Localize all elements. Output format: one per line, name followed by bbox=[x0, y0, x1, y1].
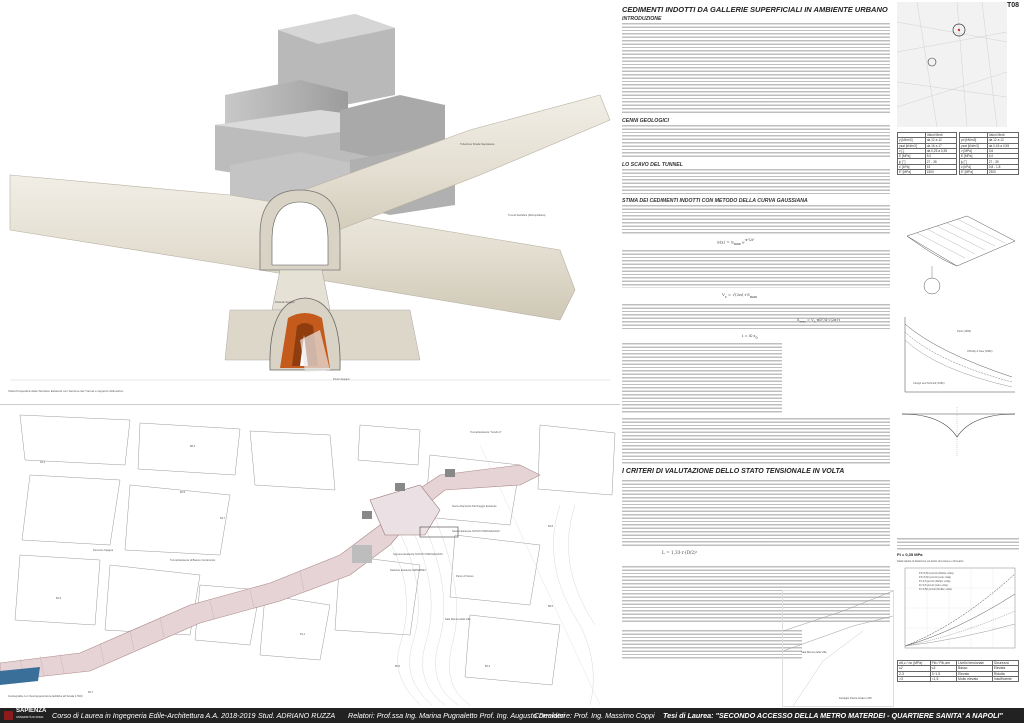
formula-2: Vs = √(2π)·i·Smax bbox=[722, 292, 757, 299]
graph2-title: Dalla tabella di Relazione tra livello d… bbox=[897, 560, 964, 563]
formula-4: Smax = VL·πD²/4·√(2π)·i bbox=[797, 318, 841, 324]
level-9: 82,3 bbox=[485, 665, 491, 668]
section-heading-1: INTRODUZIONE bbox=[622, 16, 662, 22]
perspective-render: Tubazione Strada Napoletana Tunnel Sanfe… bbox=[0, 0, 620, 400]
render-drawing bbox=[9, 14, 611, 381]
graph2-legend-2: FS=0,5/4 piccoli (solo volta) bbox=[919, 576, 951, 579]
params-table-2: Valori Medi γd [kN/m3] da 12 a 12 γsat [k… bbox=[959, 131, 1020, 176]
university-logo bbox=[4, 711, 13, 720]
detail-plan-label: Sala Mensa della Villa bbox=[801, 651, 827, 654]
cell: Molto elevato bbox=[956, 675, 993, 683]
text-column: CEDIMENTI INDOTTI DA GALLERIE SUPERFICIA… bbox=[622, 0, 894, 707]
trough-profile bbox=[897, 402, 1019, 462]
gauss-text-4 bbox=[622, 343, 782, 413]
gauss-text-2 bbox=[622, 250, 890, 288]
plan-label-4: Ingresso Esistente NUOVO PARCHEGGIO bbox=[393, 553, 443, 556]
level-6: 82,7 bbox=[88, 691, 94, 694]
right-column: T08 Valori Medi γ [kN/m3] da 12 a 12 γsat… bbox=[895, 0, 1024, 706]
graph2-legend-3: Ft=0,5 piccoli (Reflex volta) bbox=[919, 580, 951, 583]
site-plan: Percorso Spagna Tunnel Esistente di Bian… bbox=[0, 404, 620, 707]
page-number: T08 bbox=[1007, 2, 1020, 9]
level-8: 80,5 bbox=[395, 665, 401, 668]
detail-plan: Sala Mensa della Villa Dettaglio Pianta … bbox=[782, 590, 894, 707]
render-label-3: Piazzale Spagna bbox=[275, 301, 295, 304]
render-label-4: Punto Spagna bbox=[333, 378, 350, 381]
location-map bbox=[896, 1, 1008, 128]
settlement-diagram bbox=[897, 196, 1019, 306]
section-heading-5: I CRITERI DI VALUTAZIONE DELLO STATO TEN… bbox=[622, 468, 845, 475]
gauss-text-5 bbox=[622, 418, 890, 464]
geology-text bbox=[622, 125, 890, 159]
detail-plan-drawing bbox=[782, 590, 894, 707]
section-heading-4: STIMA DEI CEDIMENTI INDOTTI CON METODO D… bbox=[622, 198, 808, 204]
intro-text bbox=[622, 23, 890, 115]
plan-label-3: Tunnel Esistente "Condò 2" bbox=[470, 431, 502, 434]
trough-profile-drawing bbox=[901, 407, 1016, 457]
plan-label-5: Spazio Esistente NUOVO PARCHEGGIO bbox=[452, 530, 500, 533]
cell: 2300 bbox=[986, 169, 1020, 176]
page-title: CEDIMENTI INDOTTI DA GALLERIE SUPERFICIA… bbox=[622, 5, 888, 14]
render-caption: Vista Prospettica delle Strutture Esiste… bbox=[8, 389, 124, 393]
graph2-legend-1: FS=0,5/4 piccoli (Reflex volta) bbox=[919, 572, 954, 575]
stress-text-1 bbox=[622, 480, 890, 548]
formula-5: L = 1,33·r·(D/2)² bbox=[662, 550, 698, 555]
section-heading-3: LO SCAVO DEL TUNNEL bbox=[622, 162, 683, 168]
level-1: 92,3 bbox=[40, 461, 46, 464]
fs-note: Ft = 0,35 MPa bbox=[897, 552, 923, 557]
formula-3: i = K·z0 bbox=[742, 333, 758, 340]
settlement-graph: Peck (1969) O'Reilly & New (1982) Clough… bbox=[897, 312, 1019, 397]
plan-caption: Cartografia con Sovrapposizione Edilizia… bbox=[8, 694, 83, 698]
cell: E' [MPa] bbox=[959, 169, 988, 176]
cell: E' [MPa] bbox=[897, 169, 926, 176]
footer-bar: SAPIENZA UNIVERSITÀ DI ROMA Corso di Lau… bbox=[0, 708, 1024, 723]
level-4: 84,7 bbox=[220, 517, 226, 520]
stress-text-3 bbox=[622, 630, 802, 660]
cell: >3 bbox=[897, 675, 931, 683]
plan-label-8: Parco di Scavo bbox=[456, 575, 474, 578]
graph1-legend-3: Clough and Schmidt (1981) bbox=[913, 382, 945, 385]
plan-label-1: Percorso Spagna bbox=[93, 549, 114, 552]
graph2-legend-5: Ft=0,50 piccoli (Reflex volta) bbox=[919, 588, 952, 591]
detail-plan-caption: Dettaglio Pianta Scala 1:250 bbox=[839, 697, 872, 700]
advisors: Relatori: Prof.ssa Ing. Marina Pugnalett… bbox=[348, 711, 566, 720]
stress-graph: FS=0,5/4 piccoli (Reflex volta) FS=0,5/4… bbox=[897, 566, 1019, 656]
plan-label-6: Nuovo Raccordo Parcheggio Esistente bbox=[452, 505, 497, 508]
thesis-title: Tesi di Laurea: "SECONDO ACCESSO DELLA M… bbox=[663, 711, 1003, 720]
plan-label-2: Tunnel Esistente di Bianco Condominio bbox=[170, 559, 216, 562]
formula-1: S(x) = Smax e-x²/2i² bbox=[717, 238, 755, 247]
level-5: 82,9 bbox=[56, 597, 62, 600]
section-heading-2: CENNI GEOLOGICI bbox=[622, 118, 669, 124]
level-10: 88,5 bbox=[548, 605, 554, 608]
level-7: 81,1 bbox=[300, 633, 306, 636]
settlement-diagram-drawing bbox=[906, 215, 1016, 295]
graph2-legend-4: Ft=0,5 piccoli (solo volta) bbox=[919, 584, 948, 587]
course-name: Corso di Laurea in Ingegneria Edile-Arch… bbox=[52, 711, 256, 720]
plan-drawing bbox=[0, 414, 616, 706]
coadvisor: Correlatore: Prof. Ing. Massimo Coppi bbox=[534, 711, 655, 720]
render-label-1: Tubazione Strada Napoletana bbox=[460, 143, 495, 146]
graph1-legend-2: O'Reilly & New (1982) bbox=[967, 350, 993, 353]
plan-label-9: Sala Mensa della Villa bbox=[445, 618, 471, 621]
gauss-text-1 bbox=[622, 205, 890, 235]
render-label-2: Tunnel Sanfelice (Metropolitana) bbox=[508, 214, 546, 217]
cell: 1500 bbox=[924, 169, 958, 176]
params-table-1: Valori Medi γ [kN/m3] da 12 a 12 γsat [kN… bbox=[897, 131, 958, 176]
graph1-legend-1: Peck (1969) bbox=[957, 330, 971, 333]
student-name: Stud. ADRIANO RUZZA bbox=[258, 711, 336, 720]
level-3: 86,5 bbox=[180, 491, 186, 494]
cell: <1,5 bbox=[929, 675, 958, 683]
location-map-drawing bbox=[896, 1, 1008, 128]
right-col-note-lines bbox=[897, 538, 1019, 550]
level-2: 88,4 bbox=[190, 445, 196, 448]
level-11: 84,5 bbox=[548, 525, 554, 528]
stress-graph-drawing bbox=[904, 567, 1016, 649]
plan-label-7: Stazione Esistente MATERDEI bbox=[390, 569, 426, 572]
excavation-text bbox=[622, 169, 890, 195]
stress-level-table: σθ,c / σc (MPa) Ftb / Ftb,am Livello ten… bbox=[897, 659, 1020, 683]
cell: Insufficiente bbox=[991, 675, 1020, 683]
